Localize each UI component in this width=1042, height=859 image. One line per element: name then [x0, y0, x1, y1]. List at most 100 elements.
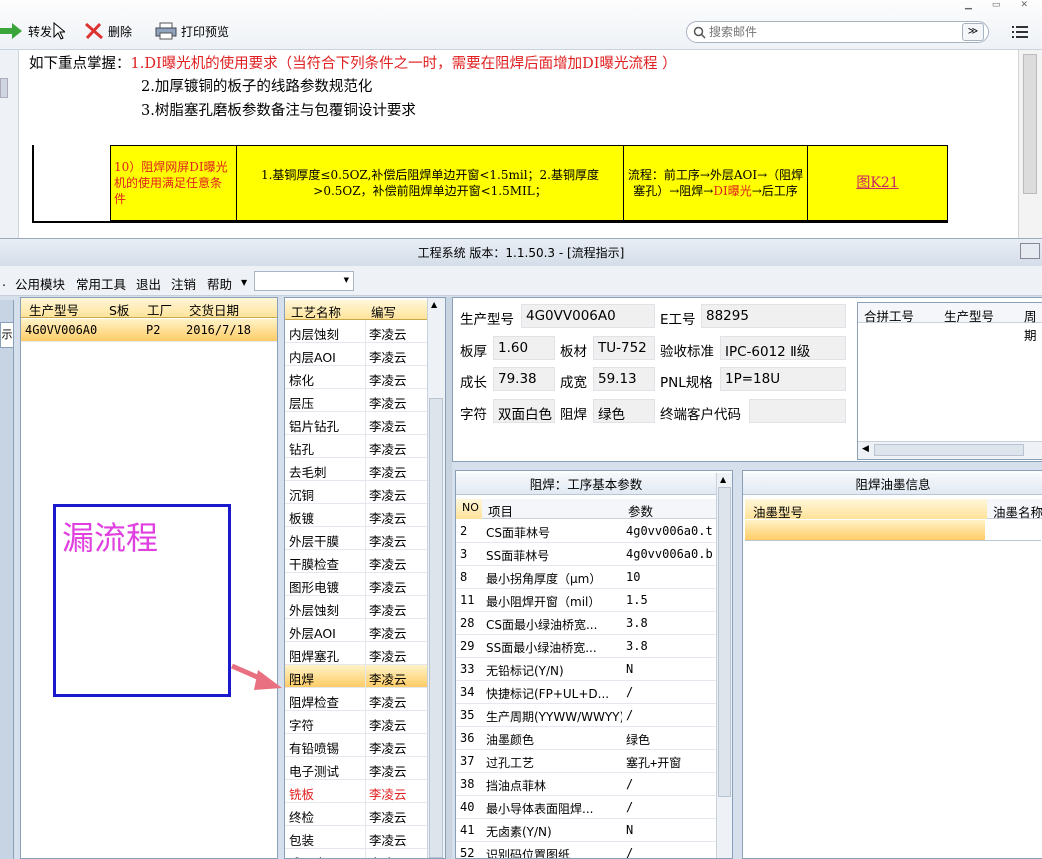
scroll-up-arrow-icon[interactable]: ▲ — [431, 300, 437, 309]
process-scrollbar[interactable]: ▲ — [427, 298, 445, 858]
process-row[interactable]: 阻焊 李凌云 — [285, 665, 427, 688]
minimize-icon[interactable]: ▁ — [965, 0, 972, 10]
params-row[interactable]: 34 快捷标记(FP+UL+D... / — [456, 681, 716, 704]
search-options-dropdown-icon[interactable]: ≫ — [962, 23, 984, 41]
process-col-name[interactable]: 工艺名称 — [291, 302, 341, 321]
params-row[interactable]: 8 最小拐角厚度（μm） 10 — [456, 566, 716, 589]
process-row[interactable]: 板镀 李凌云 — [285, 504, 427, 527]
merge-col-period[interactable]: 周期 — [1024, 306, 1042, 344]
orders-col-model[interactable]: 生产型号 — [29, 300, 79, 319]
params-value: / — [626, 846, 634, 859]
params-row[interactable]: 52 识别码位置图纸 / — [456, 842, 716, 859]
process-row[interactable]: 电子测试 李凌云 — [285, 757, 427, 780]
params-row[interactable]: 11 最小阻焊开窗（mil） 1.5 — [456, 589, 716, 612]
params-col-value[interactable]: 参数 — [628, 501, 653, 520]
orders-col-factory[interactable]: 工厂 — [147, 300, 172, 319]
menu-logout[interactable]: 注销 — [171, 274, 196, 293]
field-prod-model[interactable]: 4G0VV006A0 — [521, 304, 655, 328]
process-row[interactable]: 铣板 李凌云 — [285, 780, 427, 803]
process-row[interactable]: 成品仓 李凌云 — [285, 849, 427, 858]
process-row[interactable]: 内层AOI 李凌云 — [285, 343, 427, 366]
process-col-divider — [365, 688, 366, 710]
more-menu-icon[interactable] — [1010, 23, 1030, 41]
ink-col-model[interactable]: 油墨型号 — [753, 502, 803, 521]
orders-col-s[interactable]: S板 — [109, 300, 129, 319]
process-row[interactable]: 铝片钻孔 李凌云 — [285, 412, 427, 435]
params-row[interactable]: 38 挡油点菲林 / — [456, 773, 716, 796]
field-char[interactable]: 双面白色 — [493, 399, 555, 423]
process-row[interactable]: 阻焊检查 李凌云 — [285, 688, 427, 711]
merge-col-no[interactable]: 合拼工号 — [864, 306, 914, 325]
ink-row[interactable] — [745, 520, 985, 540]
mail-scrollbar-thumb[interactable] — [1023, 54, 1037, 194]
process-row[interactable]: 终检 李凌云 — [285, 803, 427, 826]
process-row[interactable]: 干膜检查 李凌云 — [285, 550, 427, 573]
params-row[interactable]: 36 油墨颜色 绿色 — [456, 727, 716, 750]
delete-button[interactable]: 删除 — [84, 20, 132, 42]
order-row[interactable]: 4G0VV006A0 P2 2016/7/18 — [21, 319, 277, 342]
process-row[interactable]: 有铅喷锡 李凌云 — [285, 734, 427, 757]
restore-icon[interactable]: ▭ — [992, 0, 1001, 10]
params-row[interactable]: 40 最小导体表面阻焊... / — [456, 796, 716, 819]
field-standard[interactable]: IPC-6012 Ⅱ级 — [720, 336, 846, 360]
figure-link[interactable]: 图K21 — [807, 145, 948, 221]
app-window-button[interactable] — [1020, 243, 1040, 259]
print-preview-button[interactable]: 打印预览 — [155, 20, 229, 42]
process-row[interactable]: 钻孔 李凌云 — [285, 435, 427, 458]
field-length[interactable]: 79.38 — [493, 367, 555, 391]
menu-exit[interactable]: 退出 — [136, 274, 161, 293]
search-box[interactable] — [686, 21, 989, 43]
params-row[interactable]: 3 SS面菲林号 4g0vv006a0.bs — [456, 543, 716, 566]
merge-hscrollbar-thumb[interactable] — [874, 444, 1024, 456]
params-row[interactable]: 37 过孔工艺 塞孔+开窗 — [456, 750, 716, 773]
search-input[interactable] — [709, 25, 949, 39]
merge-col-model[interactable]: 生产型号 — [944, 306, 994, 325]
merge-hscrollbar[interactable]: ◀ — [858, 441, 1042, 459]
params-col-no[interactable]: NO — [462, 501, 479, 514]
process-row[interactable]: 外层AOI 李凌云 — [285, 619, 427, 642]
field-thickness[interactable]: 1.60 — [493, 336, 555, 360]
process-row[interactable]: 外层干膜 李凌云 — [285, 527, 427, 550]
process-row[interactable]: 沉铜 李凌云 — [285, 481, 427, 504]
process-row[interactable]: 棕化 李凌云 — [285, 366, 427, 389]
params-row[interactable]: 33 无铅标记(Y/N) N — [456, 658, 716, 681]
params-scroll-up-icon[interactable]: ▲ — [720, 475, 726, 484]
menu-common-tools[interactable]: 常用工具 — [76, 274, 126, 293]
close-icon[interactable]: ✕ — [1020, 0, 1028, 10]
field-e-no[interactable]: 88295 — [701, 304, 846, 328]
menu-common-modules[interactable]: 公用模块 — [15, 274, 65, 293]
params-row[interactable]: 35 生产周期(YYWW/WWYY) / — [456, 704, 716, 727]
params-row[interactable]: 28 CS面最小绿油桥宽... 3.8 — [456, 612, 716, 635]
params-col-item[interactable]: 项目 — [488, 501, 513, 520]
params-scrollbar-thumb[interactable] — [718, 487, 731, 797]
process-row[interactable]: 去毛刺 李凌云 — [285, 458, 427, 481]
process-col-author[interactable]: 编写 — [371, 302, 396, 321]
forward-button[interactable]: 转发 — [0, 20, 66, 42]
ink-col-name[interactable]: 油墨名称 — [993, 502, 1042, 521]
menu-combo-select[interactable]: ▼ — [254, 271, 354, 291]
process-row[interactable]: 外层蚀刻 李凌云 — [285, 596, 427, 619]
field-material[interactable]: TU-752 — [593, 336, 655, 360]
scroll-left-arrow-icon[interactable]: ◀ — [862, 444, 869, 454]
process-row[interactable]: 包装 李凌云 — [285, 826, 427, 849]
side-tab[interactable]: 示 — [0, 322, 14, 348]
process-scrollbar-thumb[interactable] — [429, 398, 443, 858]
params-row[interactable]: 2 CS面菲林号 4g0vv006a0.ts — [456, 520, 716, 543]
process-row[interactable]: 图形电镀 李凌云 — [285, 573, 427, 596]
menu-help[interactable]: 帮助 — [207, 274, 232, 293]
orders-col-delivery[interactable]: 交货日期 — [189, 300, 239, 319]
params-scrollbar[interactable]: ▲ — [716, 473, 732, 858]
process-row[interactable]: 阻焊塞孔 李凌云 — [285, 642, 427, 665]
process-row[interactable]: 字符 李凌云 — [285, 711, 427, 734]
params-row[interactable]: 41 无卤素(Y/N) N — [456, 819, 716, 842]
field-pnl[interactable]: 1P=18U — [720, 367, 846, 391]
params-row[interactable]: 29 SS面最小绿油桥宽... 3.8 — [456, 635, 716, 658]
mail-scrollbar[interactable] — [1018, 50, 1042, 238]
field-mask[interactable]: 绿色 — [593, 399, 655, 423]
field-width[interactable]: 59.13 — [593, 367, 655, 391]
menu-dropdown-arrow-icon[interactable]: ▼ — [241, 278, 247, 287]
field-terminal[interactable] — [749, 399, 846, 423]
process-row[interactable]: 层压 李凌云 — [285, 389, 427, 412]
collapse-handle[interactable] — [0, 78, 8, 98]
process-row[interactable]: 内层蚀刻 李凌云 — [285, 320, 427, 343]
